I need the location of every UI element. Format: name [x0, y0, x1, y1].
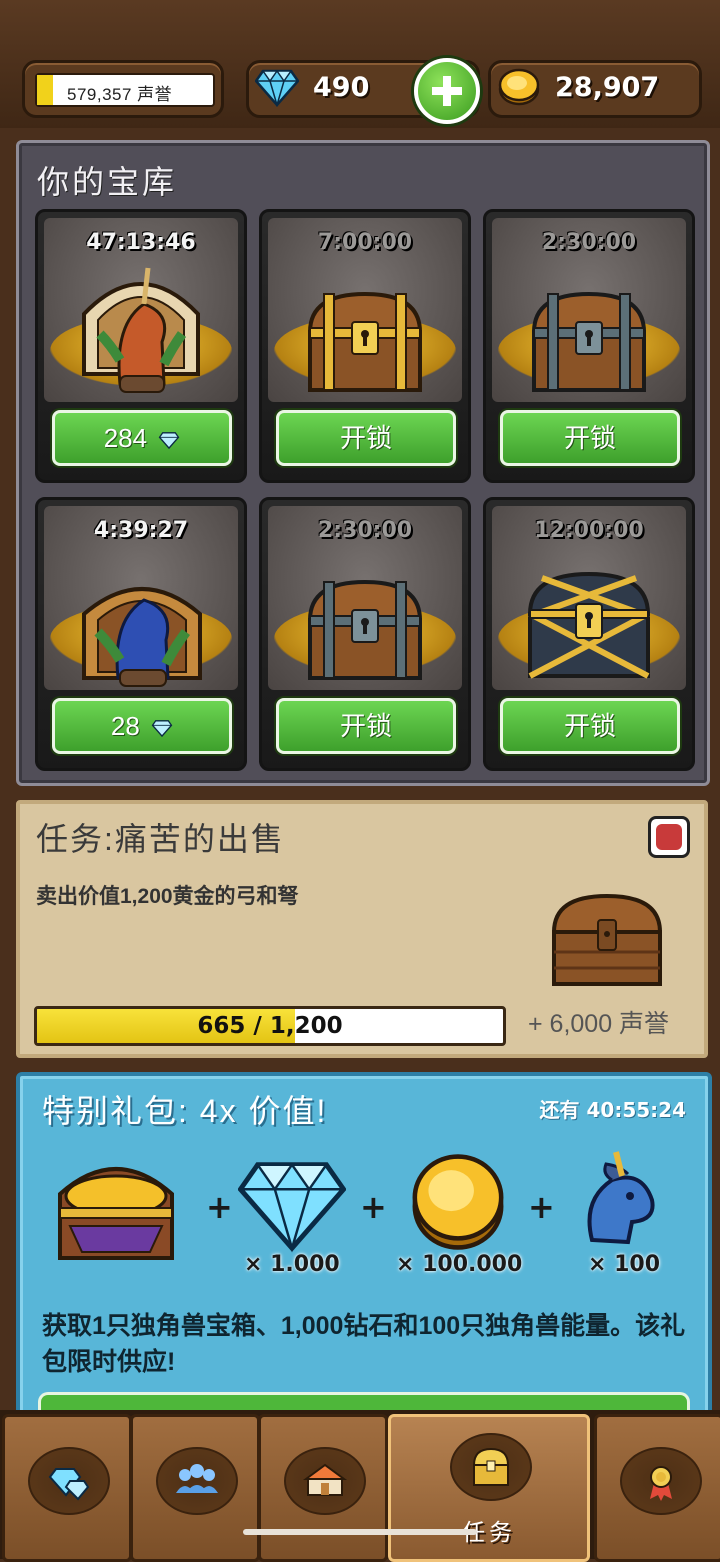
chest-timer: 7:00:00 [317, 230, 413, 255]
diamond-qty: × 1.000 [244, 1252, 340, 1277]
achievement-tab-icon [620, 1447, 702, 1515]
gem-count: 490 [313, 72, 370, 103]
chest-slot-6[interactable]: 12:00:00 开锁 [483, 497, 695, 771]
unicorn-chest-icon [82, 587, 202, 687]
reputation-pill[interactable]: 579,357 声誉 [22, 60, 224, 118]
special-offer-panel[interactable]: 特别礼包: 4x 价值! 还有 40:55:24 + × 1.000 + × 1… [16, 1072, 712, 1430]
unlock-button[interactable]: 开锁 [500, 698, 680, 754]
iron-chest-icon [531, 291, 647, 392]
diamond-icon [255, 69, 299, 107]
unlock-button[interactable]: 开锁 [500, 410, 680, 466]
quest-description: 卖出价值1,200黄金的弓和弩 [36, 885, 299, 908]
plus-sign: + [528, 1188, 555, 1226]
gold-coin-icon [498, 68, 540, 106]
diamond-icon [151, 720, 173, 738]
home-indicator [243, 1529, 477, 1535]
chest-timer: 12:00:00 [534, 518, 644, 543]
guild-tab-icon [156, 1447, 238, 1515]
chest-slot-5[interactable]: 2:30:00 开锁 [259, 497, 471, 771]
plus-sign: + [206, 1188, 233, 1226]
buy-gems-button[interactable] [414, 58, 480, 124]
unicorn-head-icon [587, 1151, 655, 1245]
top-bar: 579,357 声誉 490 28,907 [0, 0, 720, 128]
chest-slot-1[interactable]: 47:13:46 284 [35, 209, 247, 483]
diamond-icon [159, 432, 180, 450]
diamond-icon [238, 1162, 346, 1253]
gold-qty: × 100.000 [396, 1252, 523, 1277]
royal-chest-icon [527, 571, 651, 679]
offer-title: 特别礼包: 4x 价值! [42, 1093, 328, 1129]
chest-slot-3[interactable]: 2:30:00 开锁 [483, 209, 695, 483]
chest-tab-icon [450, 1433, 532, 1501]
quest-title: 任务:痛苦的出售 [36, 821, 285, 857]
chest-slot-4[interactable]: 4:39:27 28 [35, 497, 247, 771]
offer-timer: 还有 40:55:24 [539, 1098, 686, 1122]
unicorn-chest-icon [58, 1167, 174, 1260]
tab-tasks[interactable]: 任务 [388, 1414, 590, 1562]
reputation-fill [37, 75, 53, 105]
gems-tab-icon [28, 1447, 110, 1515]
unicorn-chest-icon [82, 267, 200, 393]
gem-cost: 28 [110, 711, 140, 741]
unicorn-energy-qty: × 100 [588, 1252, 661, 1277]
plus-sign: + [360, 1188, 387, 1226]
shop-tab-icon [284, 1447, 366, 1515]
quest-reward: + 6,000 声誉 [528, 1010, 670, 1038]
quest-progress-text: 665 / 1,200 [197, 1013, 343, 1039]
quest-panel: 任务:痛苦的出售 卖出价值1,200黄金的弓和弩 665 / 1,200 + 6… [16, 800, 708, 1058]
chest-timer: 2:30:00 [541, 230, 637, 255]
unlock-button[interactable]: 开锁 [276, 410, 456, 466]
quest-progress-bar: 665 / 1,200 [34, 1006, 506, 1046]
bottom-tab-bar: 任务 [0, 1410, 720, 1562]
tab-gems[interactable] [2, 1414, 132, 1562]
open-with-gems-button[interactable]: 284 [52, 410, 232, 466]
gold-count: 28,907 [555, 72, 660, 103]
quest-menu-icon[interactable] [648, 816, 690, 858]
tab-shop[interactable] [258, 1414, 388, 1562]
reputation-label: 579,357 声誉 [67, 85, 173, 104]
gold-coin-icon [412, 1154, 504, 1250]
reputation-bar: 579,357 声誉 [35, 73, 215, 107]
offer-description: 获取1只独角兽宝箱、1,000钻石和100只独角兽能量。该礼包限时供应! [42, 1312, 686, 1376]
tab-achievements[interactable] [594, 1414, 720, 1562]
chest-timer: 2:30:00 [317, 518, 413, 543]
open-with-gems-button[interactable]: 28 [52, 698, 232, 754]
tab-guild[interactable] [130, 1414, 260, 1562]
gold-chest-icon [307, 291, 423, 392]
unlock-button[interactable]: 开锁 [276, 698, 456, 754]
chest-timer: 47:13:46 [86, 230, 196, 255]
reward-chest-icon [551, 893, 663, 986]
gem-cost: 284 [103, 423, 148, 453]
treasure-vault-panel: 你的宝库 47:13:46 284 7:00:00 开锁 2:30:00 开锁 … [16, 140, 710, 786]
gold-counter[interactable]: 28,907 [488, 60, 702, 118]
iron-chest-icon [307, 579, 423, 680]
chest-timer: 4:39:27 [93, 518, 189, 543]
chest-slot-2[interactable]: 7:00:00 开锁 [259, 209, 471, 483]
vault-title: 你的宝库 [37, 164, 178, 200]
